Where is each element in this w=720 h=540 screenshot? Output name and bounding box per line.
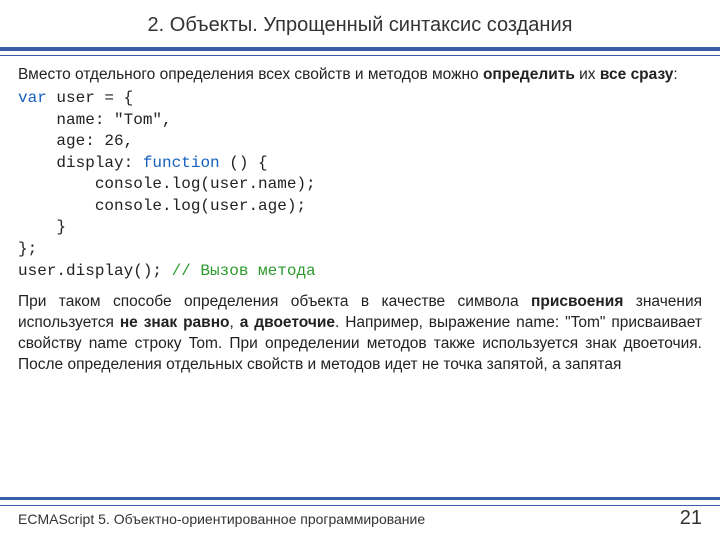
kw-var: var [18,89,47,107]
slide-title: 2. Объекты. Упрощенный синтаксис создани… [0,0,720,47]
code-l6: console.log(user.age); [18,197,306,215]
code-l3: age: 26, [18,132,133,150]
divider-bottom [0,497,720,500]
code-block: var user = { name: "Tom", age: 26, displ… [18,88,702,282]
code-l9a: user.display(); [18,262,172,280]
code-l4c: () { [220,154,268,172]
code-l8: }; [18,240,37,258]
intro-t3: : [673,66,677,83]
divider-top [0,47,720,51]
p-b1: присвоения [531,293,623,310]
code-l5: console.log(user.name); [18,175,316,193]
kw-function: function [143,154,220,172]
intro-t1: Вместо отдельного определения всех свойс… [18,66,483,83]
intro-b1: определить [483,66,575,83]
code-l7: } [18,218,66,236]
code-l4a: display: [18,154,143,172]
slide-body: Вместо отдельного определения всех свойс… [0,55,720,376]
p-b2: не знак равно [120,314,230,331]
intro-t2: их [575,66,600,83]
p-t3: , [230,314,240,331]
p-t1: При таком способе определения объекта в … [18,293,531,310]
footer-text: ECMAScript 5. Объектно-ориентированное п… [18,511,425,527]
explain-paragraph: При таком способе определения объекта в … [18,292,702,376]
code-l2: name: "Tom", [18,111,172,129]
p-b3: а двоеточие [240,314,335,331]
footer: ECMAScript 5. Объектно-ориентированное п… [0,507,720,530]
intro-b2: все сразу [600,66,674,83]
intro-paragraph: Вместо отдельного определения всех свойс… [18,65,702,86]
code-l1b: user = { [47,89,133,107]
page-number: 21 [680,507,702,530]
code-comment: // Вызов метода [172,262,316,280]
